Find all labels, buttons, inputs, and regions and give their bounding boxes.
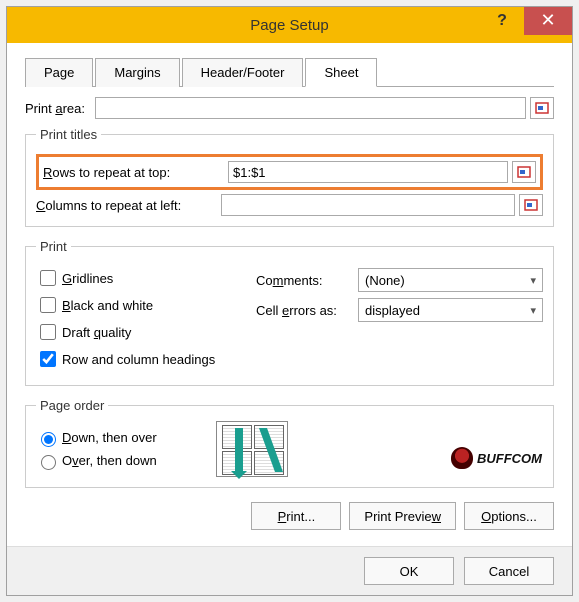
over-then-down-radio[interactable]: Over, then down	[36, 452, 216, 470]
page-setup-dialog: Page Setup ? ✕ Page Margins Header/Foote…	[6, 6, 573, 596]
print-area-input[interactable]	[95, 97, 526, 119]
cols-repeat-range-button[interactable]	[519, 194, 543, 216]
options-button[interactable]: Options...	[464, 502, 554, 530]
chevron-down-icon: ▾	[530, 274, 536, 287]
action-buttons: Print... Print Preview Options...	[25, 502, 554, 530]
headings-checkbox[interactable]: Row and column headings	[36, 348, 256, 370]
cols-repeat-row: Columns to repeat at left:	[36, 194, 543, 216]
bw-checkbox[interactable]: Black and white	[36, 294, 256, 316]
page-order-preview-icon	[216, 421, 288, 477]
collapse-dialog-icon	[524, 198, 538, 212]
rows-repeat-input[interactable]	[228, 161, 508, 183]
chevron-down-icon: ▾	[530, 304, 536, 317]
rows-repeat-row: Rows to repeat at top:	[36, 154, 543, 190]
collapse-dialog-icon	[517, 165, 531, 179]
gridlines-checkbox[interactable]: Gridlines	[36, 267, 256, 289]
down-then-over-radio[interactable]: Down, then over	[36, 429, 216, 447]
tab-strip: Page Margins Header/Footer Sheet	[25, 57, 554, 87]
help-button[interactable]: ?	[480, 7, 524, 35]
print-area-row: Print area:	[25, 97, 554, 119]
rows-repeat-range-button[interactable]	[512, 161, 536, 183]
cols-repeat-input[interactable]	[221, 194, 515, 216]
print-button[interactable]: Print...	[251, 502, 341, 530]
tab-headerfooter[interactable]: Header/Footer	[182, 58, 304, 87]
comments-label: Comments:	[256, 273, 358, 288]
collapse-dialog-icon	[535, 101, 549, 115]
dialog-footer: OK Cancel	[7, 546, 572, 595]
cols-repeat-label: Columns to repeat at left:	[36, 198, 221, 213]
titlebar: Page Setup ? ✕	[7, 7, 572, 43]
ok-button[interactable]: OK	[364, 557, 454, 585]
dialog-title: Page Setup	[250, 17, 328, 34]
watermark: BUFFCOM	[451, 447, 542, 469]
close-button[interactable]: ✕	[524, 7, 572, 35]
tab-page[interactable]: Page	[25, 58, 93, 87]
cellerrors-dropdown[interactable]: displayed ▾	[358, 298, 543, 322]
page-order-legend: Page order	[36, 398, 108, 413]
draft-checkbox[interactable]: Draft quality	[36, 321, 256, 343]
print-preview-button[interactable]: Print Preview	[349, 502, 456, 530]
comments-dropdown[interactable]: (None) ▾	[358, 268, 543, 292]
print-group: Print Gridlines Black and white Draft qu…	[25, 239, 554, 386]
print-area-range-button[interactable]	[530, 97, 554, 119]
print-legend: Print	[36, 239, 71, 254]
tab-sheet[interactable]: Sheet	[305, 58, 377, 87]
print-titles-group: Print titles Rows to repeat at top: Colu…	[25, 127, 554, 227]
cellerrors-label: Cell errors as:	[256, 303, 358, 318]
tab-margins[interactable]: Margins	[95, 58, 179, 87]
print-area-label: Print area:	[25, 101, 95, 116]
cancel-button[interactable]: Cancel	[464, 557, 554, 585]
rows-repeat-label: Rows to repeat at top:	[43, 165, 228, 180]
dialog-body: Page Margins Header/Footer Sheet Print a…	[7, 43, 572, 546]
print-titles-legend: Print titles	[36, 127, 101, 142]
page-order-group: Page order Down, then over Over, then do…	[25, 398, 554, 488]
buffcom-logo-icon	[451, 447, 473, 469]
